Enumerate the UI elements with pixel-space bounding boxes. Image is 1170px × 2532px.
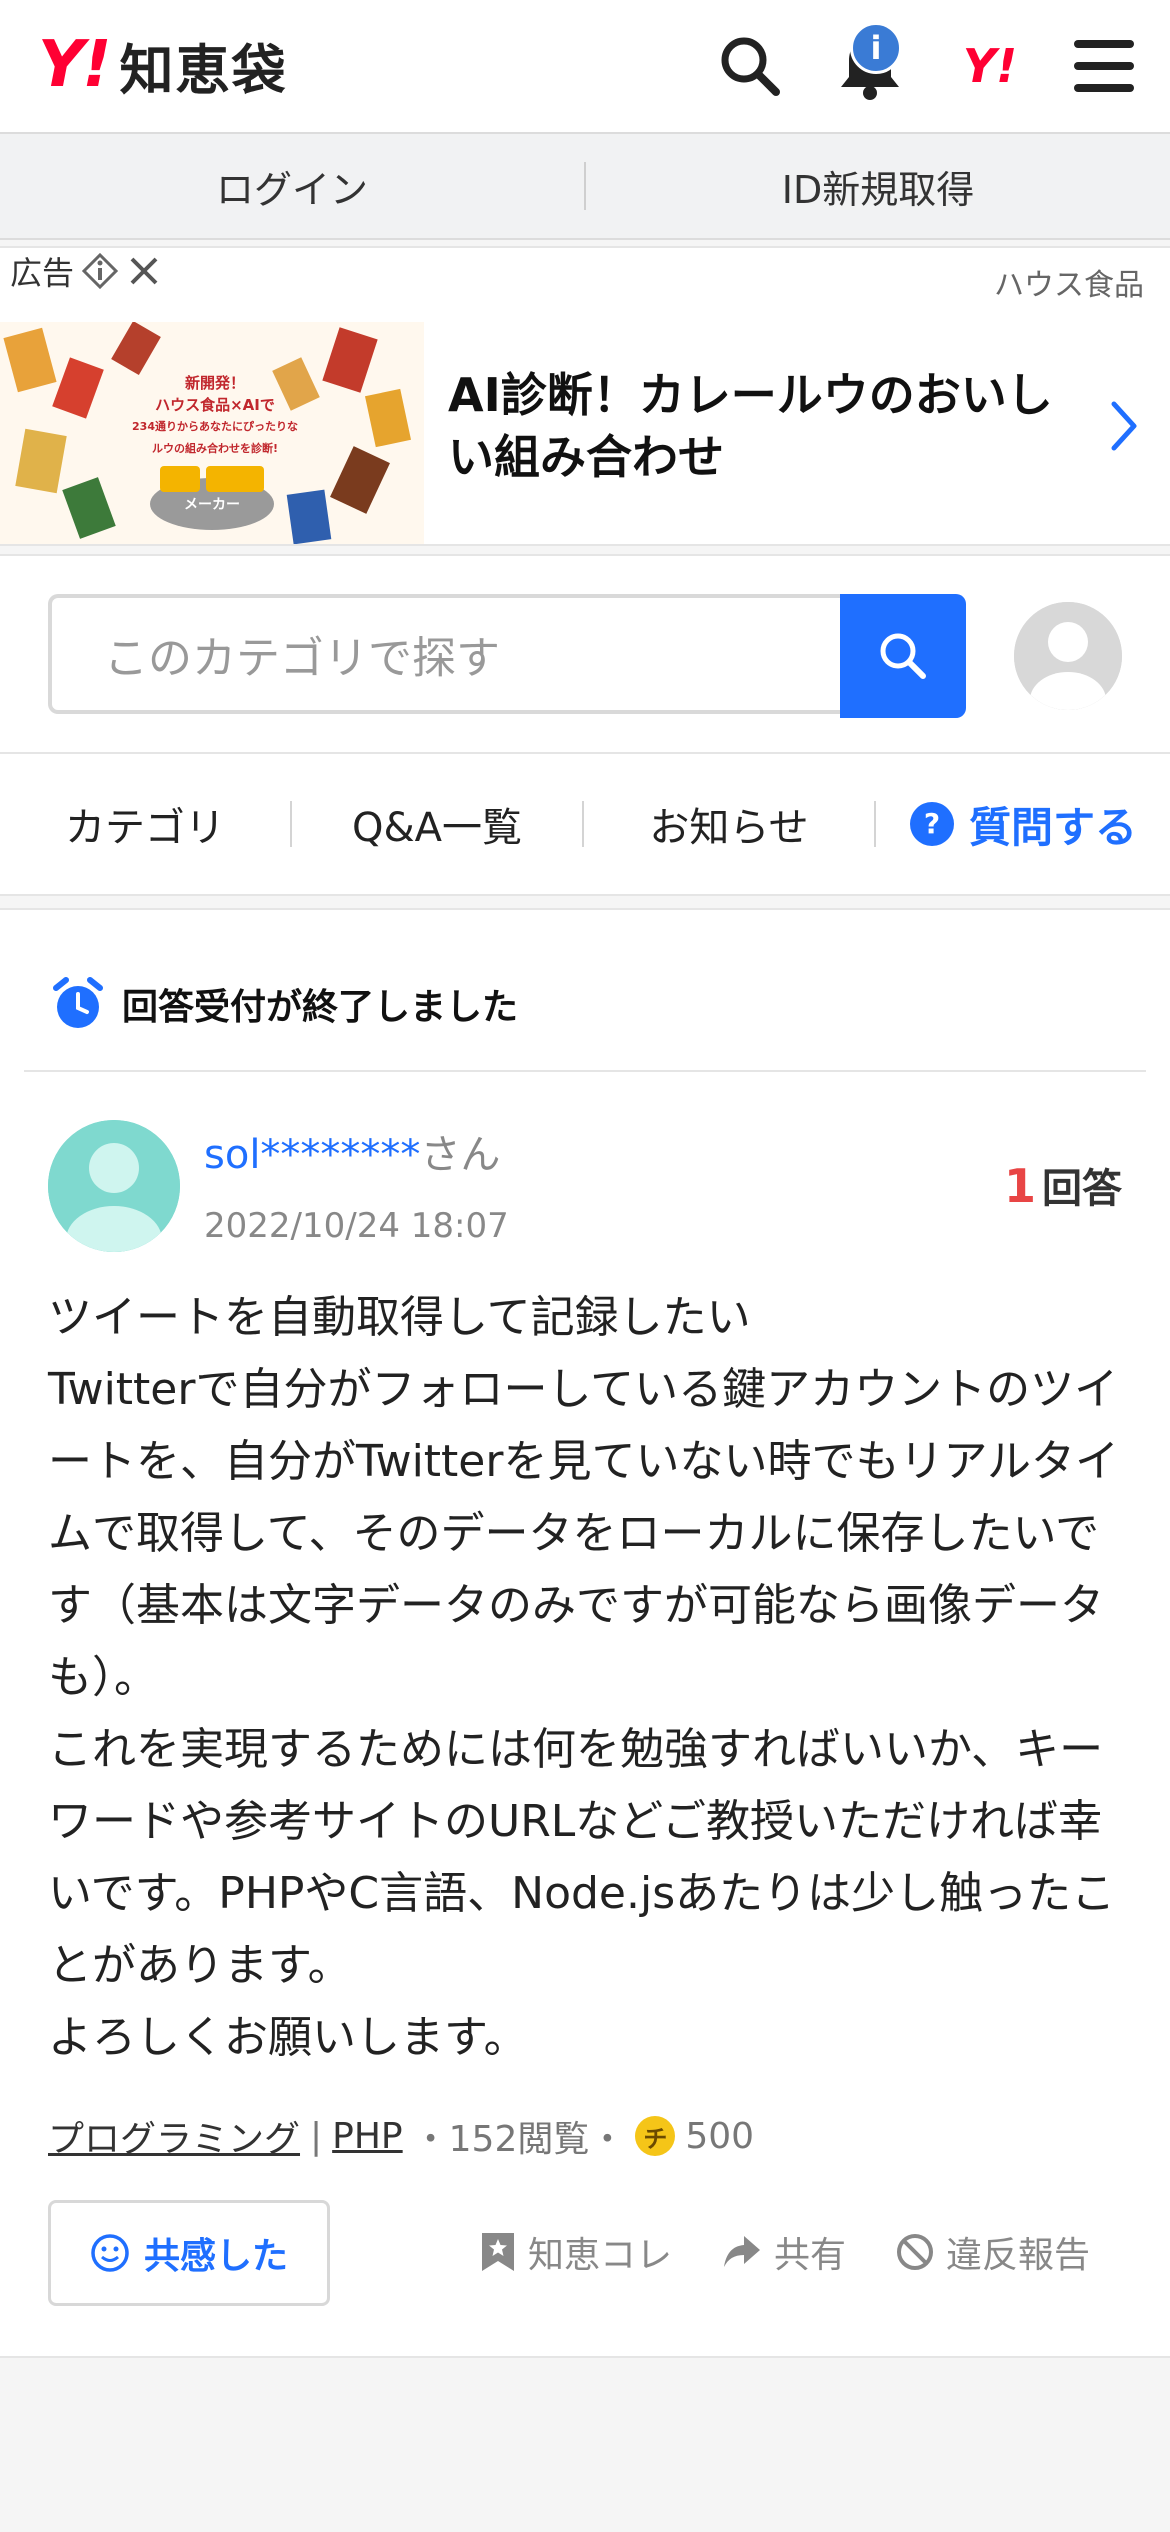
ad-info-icon[interactable] [82, 253, 119, 289]
ad-image-caption: ルウの組み合わせを診断! [151, 442, 279, 455]
ad-sponsor: ハウス食品 [994, 268, 1144, 303]
notification-badge: i [850, 22, 902, 74]
tab-news[interactable]: お知らせ [584, 754, 874, 894]
question-body: ツイートを自動取得して記録したい Twitterで自分がフォローしている鍵アカウ… [48, 1292, 1120, 2063]
share-label: 共有 [774, 2235, 847, 2276]
yahoo-mark: Y! [962, 39, 1018, 93]
asker-name[interactable]: sol********さん [204, 1122, 500, 1180]
coin-amount: 500 [685, 2115, 755, 2157]
hamburger-menu-icon[interactable] [1064, 26, 1144, 106]
ad-image-caption: 新開発！ [184, 374, 245, 392]
question-card: 回答受付が終了しました sol********さん 2022/10/24 18:… [0, 908, 1170, 2358]
category-search-input[interactable]: このカテゴリで探す [48, 594, 840, 714]
account-bar: ログイン ID新規取得 [0, 134, 1170, 240]
question-actions: 知恵コレ 共有 違反報告 [480, 2226, 1090, 2278]
ad-label: 広告 [10, 254, 75, 292]
ad-image-badge: メーカー [184, 497, 240, 513]
search-icon[interactable] [710, 26, 790, 106]
status-notice: 回答受付が終了しました [50, 976, 518, 1032]
alarm-clock-icon [53, 977, 103, 1028]
yahoo-top-icon[interactable]: Y! [950, 26, 1030, 106]
empathy-label: 共感した [143, 2236, 288, 2277]
prohibited-icon [897, 2234, 934, 2270]
chiebukuro-logo[interactable]: Y! 知恵袋 [38, 28, 288, 102]
ad-label-area: 広告 [0, 248, 171, 294]
chevron-right-icon[interactable] [1106, 398, 1142, 458]
answer-count[interactable]: 1 回答 [1004, 1156, 1122, 1214]
asker-suffix: さん [420, 1132, 501, 1178]
search-button[interactable] [840, 594, 966, 718]
smile-icon [91, 2234, 129, 2272]
search-icon [880, 633, 926, 679]
category-link-programming[interactable]: プログラミング [48, 2110, 300, 2162]
logo-text: 知恵袋 [119, 38, 288, 102]
status-text: 回答受付が終了しました [122, 987, 519, 1028]
view-count: ・152閲覧・ [412, 2119, 626, 2160]
category-nav: カテゴリ Q&A一覧 お知らせ ? 質問する [0, 752, 1170, 896]
ask-question-button[interactable]: ? 質問する [876, 754, 1170, 894]
svg-text:?: ? [924, 807, 940, 840]
question-icon: ? [909, 802, 954, 846]
ad-banner[interactable]: 広告 ハウス食品 新開発！ ハウス食品×AIで 234通りからあなたにぴったりな… [0, 246, 1170, 546]
bookmark-star-icon [482, 2233, 514, 2271]
empathy-button[interactable]: 共感した [48, 2200, 330, 2306]
category-search-section: このカテゴリで探す [0, 554, 1170, 752]
signup-button[interactable]: ID新規取得 [586, 134, 1170, 238]
share-arrow-icon [724, 2236, 761, 2267]
ad-image-caption: 234通りからあなたにぴったりな [132, 420, 298, 433]
yahoo-logo-mark: Y! [38, 28, 112, 102]
ad-image-caption: ハウス食品×AIで [155, 396, 275, 414]
tab-qa-list[interactable]: Q&A一覧 [292, 754, 582, 894]
ad-image[interactable]: 新開発！ ハウス食品×AIで 234通りからあなたにぴったりな ルウの組み合わせ… [0, 322, 424, 544]
question-date: 2022/10/24 18:07 [204, 1206, 509, 1246]
category-separator: | [310, 2115, 323, 2157]
coin-icon: チ [635, 2116, 676, 2156]
tab-category[interactable]: カテゴリ [0, 754, 290, 894]
bookmark-label: 知恵コレ [528, 2235, 673, 2276]
ad-close-icon[interactable] [128, 255, 160, 287]
app-header: Y! 知恵袋 i Y! [0, 0, 1170, 134]
asker-username: sol******** [204, 1132, 421, 1178]
divider [24, 1070, 1146, 1072]
ad-title[interactable]: AI診断！カレールウのおいしい組み合わせ [448, 364, 1088, 488]
notification-bell-icon[interactable]: i [830, 22, 910, 106]
asker-avatar[interactable] [48, 1120, 180, 1252]
user-avatar[interactable] [1014, 602, 1122, 710]
report-label: 違反報告 [946, 2235, 1091, 2276]
answer-count-number: 1 [1003, 1159, 1036, 1213]
report-button[interactable]: 違反報告 [896, 2226, 1090, 2278]
ask-question-label: 質問する [968, 802, 1137, 852]
answer-count-label: 回答 [1042, 1166, 1122, 1212]
bookmark-button[interactable]: 知恵コレ [480, 2226, 672, 2278]
share-button[interactable]: 共有 [722, 2226, 846, 2278]
category-link-php[interactable]: PHP [332, 2116, 403, 2157]
login-button[interactable]: ログイン [0, 134, 584, 238]
question-meta: プログラミング | PHP ・152閲覧・ チ 500 [48, 2110, 754, 2162]
